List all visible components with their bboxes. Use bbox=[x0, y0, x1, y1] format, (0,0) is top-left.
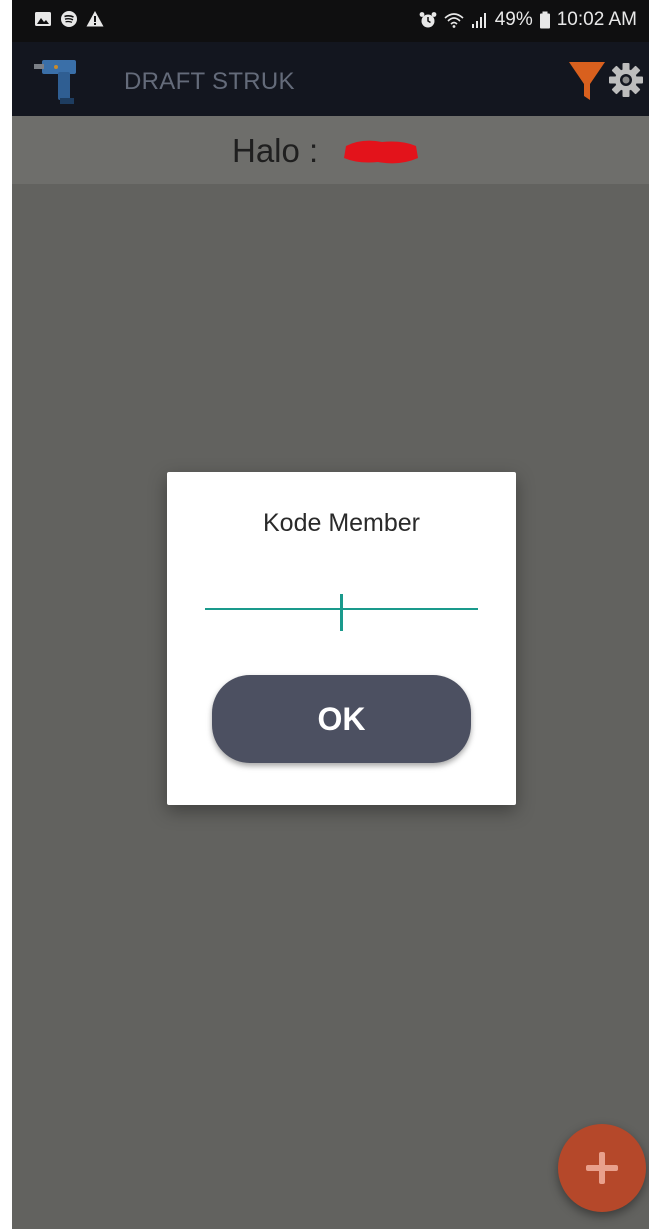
redaction-mark bbox=[344, 140, 418, 164]
alarm-icon bbox=[419, 12, 437, 28]
app-bar: DRAFT STRUK bbox=[12, 42, 649, 116]
ok-button[interactable]: OK bbox=[212, 675, 471, 763]
battery-percent: 49% bbox=[494, 9, 533, 30]
status-time: 10:02 AM bbox=[556, 9, 637, 30]
app-title: DRAFT STRUK bbox=[124, 68, 295, 95]
text-cursor bbox=[340, 594, 343, 631]
gallery-icon bbox=[35, 12, 51, 26]
greeting-bar: Halo : bbox=[12, 116, 649, 184]
status-bar: 49% 10:02 AM bbox=[12, 0, 649, 42]
wifi-icon bbox=[444, 13, 464, 28]
screen: 49% 10:02 AM DRAFT STRUK Halo: Kode Mem… bbox=[12, 0, 649, 1229]
filter-icon[interactable] bbox=[567, 56, 607, 104]
warning-icon bbox=[86, 11, 104, 27]
gear-icon[interactable] bbox=[608, 62, 644, 98]
battery-icon bbox=[539, 11, 550, 29]
signal-icon bbox=[471, 13, 486, 28]
dialog-title: Kode Member bbox=[262, 509, 421, 537]
plus-icon bbox=[586, 1152, 618, 1184]
status-right-icons: 49% 10:02 AM bbox=[419, 9, 637, 31]
drill-logo-icon bbox=[34, 60, 76, 104]
greeting-text: Halo : bbox=[232, 132, 319, 169]
spotify-icon bbox=[61, 11, 77, 27]
member-code-dialog: Kode Member OK bbox=[167, 472, 516, 805]
add-button[interactable] bbox=[558, 1124, 646, 1212]
status-left-icons bbox=[34, 10, 104, 28]
